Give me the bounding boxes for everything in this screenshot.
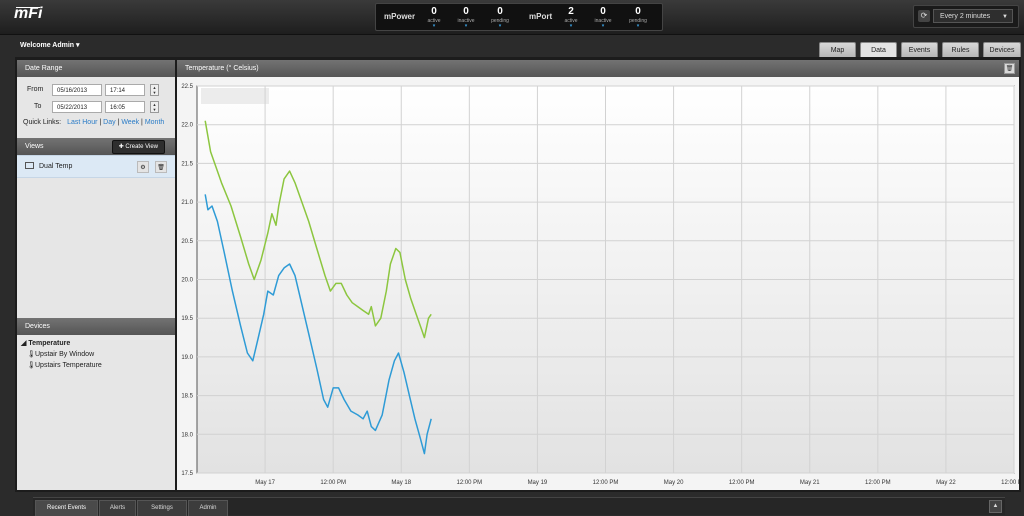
views-header: Views ✚ Create View — [17, 138, 175, 155]
y-tick-label: 20.5 — [181, 239, 193, 245]
tab-data[interactable]: Data — [860, 42, 897, 58]
y-tick-label: 21.5 — [181, 161, 193, 167]
y-tick-label: 19.5 — [181, 316, 193, 322]
views-title: Views — [25, 143, 44, 150]
from-time-stepper[interactable]: ▲ ▼ — [150, 84, 159, 96]
x-tick-label: 12:00 PM — [865, 480, 891, 486]
main-tabs: Map Data Events Rules Devices — [815, 42, 1021, 58]
chevron-down-icon: ▾ — [498, 23, 502, 29]
create-view-button[interactable]: ✚ Create View — [111, 140, 165, 154]
x-tick-label: May 18 — [391, 480, 411, 486]
chevron-down-icon: ▾ — [432, 23, 436, 29]
devices-tree: ◢ Temperature 🌡 Upstair By Window 🌡 Upstai… — [17, 335, 175, 369]
mpower-label: mPower — [384, 12, 416, 21]
refresh-control: ⟳ Every 2 minutes ▼ — [913, 5, 1019, 28]
x-tick-label: May 21 — [800, 480, 820, 486]
chevron-down-icon: ▾ — [76, 42, 80, 49]
chevron-down-icon: ▾ — [464, 23, 468, 29]
mfi-logo: mFi — [14, 5, 42, 23]
x-tick-label: May 17 — [255, 480, 275, 486]
mport-active-count[interactable]: 2 active ▾ — [558, 6, 584, 29]
views-list-body — [17, 178, 175, 318]
welcome-menu[interactable]: Welcome Admin ▾ — [20, 41, 80, 49]
chevron-down-icon: ▾ — [636, 23, 640, 29]
view-item-label: Dual Temp — [39, 163, 73, 170]
to-date-field[interactable]: 05/22/2013 — [52, 101, 102, 113]
mport-pending-count[interactable]: 0 pending ▾ — [625, 6, 651, 29]
chart-panel: Temperature (° Celsius) 🗑 17.5 18.0 18.5 19… — [177, 60, 1024, 490]
y-tick-label: 17.5 — [181, 471, 193, 477]
mpower-active-count[interactable]: 0 active ▾ — [421, 6, 447, 29]
device-item-upstair-by-window[interactable]: 🌡 Upstair By Window — [21, 351, 175, 358]
monitor-icon — [25, 162, 34, 169]
top-bar: mFi mPower 0 active ▾ 0 inactive ▾ 0 pending ▾… — [0, 0, 1024, 35]
expand-triangle-icon: ◢ — [21, 340, 27, 347]
x-tick-label: 12:00 PM — [456, 480, 482, 486]
device-item-upstairs-temperature[interactable]: 🌡 Upstairs Temperature — [21, 362, 175, 369]
y-tick-label: 21.0 — [181, 200, 193, 206]
x-tick-label: May 22 — [936, 480, 956, 486]
from-date-field[interactable]: 05/16/2013 — [52, 84, 102, 96]
temperature-chart: 17.5 18.0 18.5 19.0 19.5 20.0 20.5 21.0 21.5 22.0… — [181, 84, 1024, 486]
view-item-dual-temp[interactable]: Dual Temp ⚙ 🗑 — [17, 155, 175, 178]
y-tick-label: 20.0 — [181, 278, 193, 284]
chart-title: Temperature (° Celsius) — [185, 65, 259, 72]
x-tick-label: May 19 — [528, 480, 548, 486]
trash-icon[interactable]: 🗑 — [155, 161, 167, 173]
bottom-bar: Recent Events Alerts Settings Admin — [33, 497, 1005, 516]
settings-icon[interactable]: ⚙ — [137, 161, 149, 173]
quick-link-last-hour[interactable]: Last Hour — [67, 119, 97, 126]
mpower-inactive-count[interactable]: 0 inactive ▾ — [453, 6, 479, 29]
quick-link-week[interactable]: Week — [121, 119, 139, 126]
legend-box — [201, 88, 269, 104]
tab-devices[interactable]: Devices — [983, 42, 1021, 58]
devices-header: Devices — [17, 318, 175, 335]
x-tick-label: 12:00 PM — [729, 480, 755, 486]
chart-header: Temperature (° Celsius) 🗑 — [177, 60, 1019, 77]
collapse-icon[interactable]: ▲ — [989, 500, 1002, 513]
tab-map[interactable]: Map — [819, 42, 856, 58]
chevron-down-icon: ▼ — [1002, 14, 1008, 20]
date-range-form: From 05/16/2013 17:14 ▲ ▼ To 05/22/2013 1… — [17, 77, 175, 138]
x-tick-label: 12:00 PM — [1001, 480, 1019, 486]
status-summary: mPower 0 active ▾ 0 inactive ▾ 0 pending ▾ mPo… — [375, 3, 663, 31]
refresh-interval-select[interactable]: Every 2 minutes ▼ — [933, 9, 1013, 23]
to-time-field[interactable]: 16:05 — [105, 101, 145, 113]
y-tick-label: 18.5 — [181, 394, 193, 400]
quick-links-label: Quick Links: — [23, 119, 62, 126]
quick-link-month[interactable]: Month — [145, 119, 164, 126]
y-tick-label: 22.0 — [181, 123, 193, 129]
mpower-pending-count[interactable]: 0 pending ▾ — [487, 6, 513, 29]
thermometer-icon: 🌡 — [27, 362, 36, 369]
y-tick-label: 19.0 — [181, 355, 193, 361]
y-tick-label: 18.0 — [181, 432, 193, 438]
plus-icon: ✚ — [118, 144, 124, 150]
quick-links: Quick Links: Last Hour | Day | Week | Mo… — [23, 119, 165, 126]
left-panel: Date Range From 05/16/2013 17:14 ▲ ▼ To 0… — [17, 60, 175, 490]
tab-rules[interactable]: Rules — [942, 42, 979, 58]
tab-events[interactable]: Events — [901, 42, 938, 58]
from-label: From — [27, 86, 44, 93]
x-tick-label: 12:00 PM — [593, 480, 619, 486]
thermometer-icon: 🌡 — [27, 351, 36, 358]
chevron-down-icon: ▾ — [569, 23, 573, 29]
date-range-header: Date Range — [17, 60, 175, 77]
from-time-field[interactable]: 17:14 — [105, 84, 145, 96]
to-time-stepper[interactable]: ▲ ▼ — [150, 101, 159, 113]
mport-label: mPort — [529, 12, 553, 21]
to-label: To — [34, 103, 42, 110]
quick-link-day[interactable]: Day — [103, 119, 115, 126]
x-tick-label: 12:00 PM — [320, 480, 346, 486]
chevron-down-icon: ▾ — [601, 23, 605, 29]
mport-inactive-count[interactable]: 0 inactive ▾ — [590, 6, 616, 29]
y-tick-label: 22.5 — [181, 84, 193, 90]
device-category-temperature[interactable]: ◢ Temperature — [21, 339, 175, 347]
refresh-icon[interactable]: ⟳ — [918, 10, 930, 22]
x-tick-label: May 20 — [664, 480, 684, 486]
trash-icon[interactable]: 🗑 — [1004, 63, 1015, 74]
